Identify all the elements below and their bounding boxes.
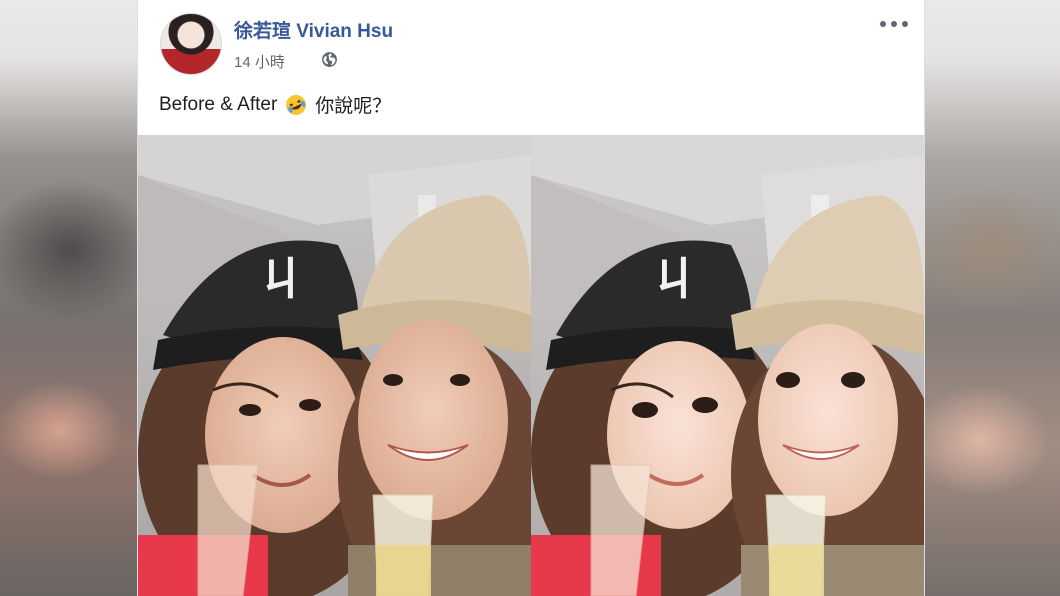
blurred-background-left (0, 0, 140, 596)
more-options-icon[interactable] (880, 16, 908, 32)
blurred-background-right (920, 0, 1060, 596)
photo-before: ㄐ (138, 135, 531, 596)
svg-text:ㄐ: ㄐ (651, 252, 697, 306)
globe-icon[interactable] (321, 51, 338, 68)
author-avatar[interactable] (160, 13, 222, 75)
facebook-post-card: 徐若瑄 Vivian Hsu 14 小時 Before & After 你說呢？… (137, 0, 925, 596)
author-name-link[interactable]: 徐若瑄 Vivian Hsu (234, 16, 393, 43)
post-text: Before & After 你說呢？ (159, 91, 391, 118)
rolling-laughing-emoji-icon (286, 94, 307, 115)
post-text-after: 你說呢？ (315, 96, 392, 117)
post-text-before: Before & After (159, 93, 278, 115)
svg-text:ㄐ: ㄐ (258, 252, 304, 306)
photo-after: ㄐ (531, 135, 924, 596)
post-photo[interactable]: ㄐ ㄐ (138, 135, 924, 596)
post-timestamp[interactable]: 14 小時 (234, 51, 285, 72)
post-header: 徐若瑄 Vivian Hsu 14 小時 Before & After 你說呢？ (138, 0, 924, 135)
